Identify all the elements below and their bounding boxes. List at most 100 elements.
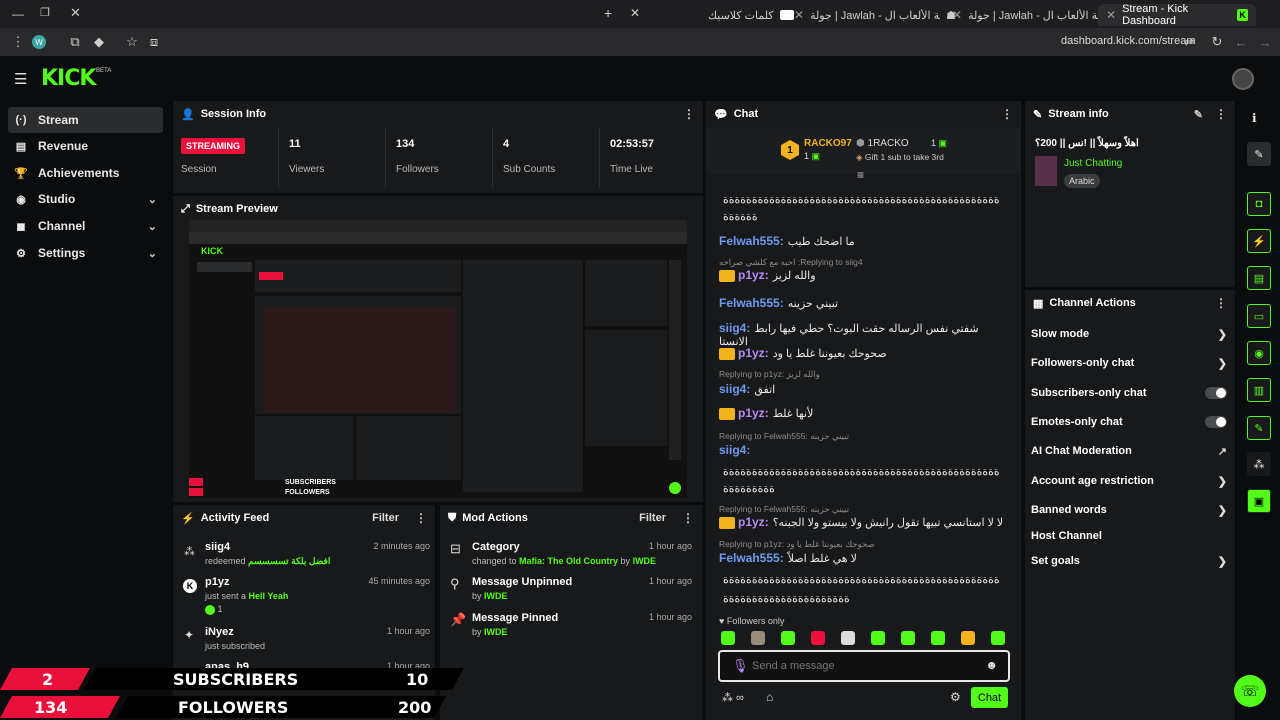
tab-close-icon[interactable]: ✕ bbox=[630, 6, 640, 20]
sidebar-item-stream[interactable]: (·) Stream bbox=[8, 107, 163, 133]
emoji-icon[interactable]: ☻ bbox=[985, 658, 998, 672]
restore-icon[interactable]: ❐ bbox=[40, 6, 50, 19]
more-options-icon[interactable]: ⋮ bbox=[415, 511, 427, 525]
emote-icon[interactable] bbox=[901, 631, 915, 645]
chat-username[interactable]: p1yz bbox=[738, 346, 765, 360]
gifter-name[interactable]: RACKO97 bbox=[804, 138, 852, 149]
emote-icon[interactable] bbox=[871, 631, 885, 645]
back-icon[interactable]: → bbox=[1257, 34, 1273, 50]
wrench-icon[interactable]: ✎ bbox=[1247, 416, 1271, 440]
hamburger-menu-icon[interactable]: ☰ bbox=[14, 70, 27, 88]
filter-button[interactable]: Filter bbox=[372, 512, 399, 524]
send-chat-button[interactable]: Chat bbox=[971, 687, 1008, 708]
action-banned-words[interactable]: Banned words ❯ bbox=[1031, 504, 1227, 517]
chat-username[interactable]: p1yz bbox=[738, 406, 765, 420]
tab-jawlah-2[interactable]: ✕ جولة | Jawlah - منصة الألعاب ال... ☗ bbox=[944, 4, 1122, 26]
category-thumbnail[interactable] bbox=[1035, 156, 1057, 186]
extensions-icon[interactable]: ⧉ bbox=[67, 34, 83, 50]
support-chat-icon[interactable]: ☏ bbox=[1234, 675, 1266, 707]
sidebar-item-revenue[interactable]: ▤ Revenue bbox=[8, 133, 163, 159]
stream-category[interactable]: Just Chatting bbox=[1064, 158, 1122, 169]
mod-action-highlight[interactable]: Mafia: The Old Country bbox=[519, 556, 618, 566]
mod-action-user[interactable]: IWDE bbox=[633, 556, 657, 566]
chat-username[interactable]: Felwah555 bbox=[719, 234, 780, 248]
close-window-icon[interactable]: ✕ bbox=[70, 5, 81, 21]
chat-username[interactable]: Felwah555 bbox=[719, 551, 780, 565]
kicks-icon[interactable]: ⁂ ∞ bbox=[722, 691, 744, 704]
emote-icon[interactable] bbox=[781, 631, 795, 645]
stream-preview-video[interactable]: KICK SUBSCRIBERS FOLLOWERS bbox=[189, 220, 687, 498]
layout-icon[interactable]: ▥ bbox=[1247, 378, 1271, 402]
emote-icon[interactable] bbox=[721, 631, 735, 645]
profile-icon[interactable]: W bbox=[31, 34, 47, 50]
more-options-icon[interactable]: ⋮ bbox=[1215, 296, 1227, 310]
info-icon[interactable]: ℹ bbox=[1252, 111, 1257, 125]
chat-username[interactable]: p1yz bbox=[738, 268, 765, 282]
screen-capture-icon[interactable]: ◘ bbox=[1247, 192, 1271, 216]
broadcast-icon[interactable]: ◉ bbox=[1247, 341, 1271, 365]
chat-username[interactable]: p1yz bbox=[738, 515, 765, 529]
gifter-name[interactable]: 1RACKO bbox=[868, 138, 909, 149]
emote-icon[interactable] bbox=[811, 631, 825, 645]
action-host-channel[interactable]: Host Channel bbox=[1031, 530, 1227, 542]
activity-text: just subscribed bbox=[205, 641, 266, 651]
tab-close-icon[interactable]: ✕ bbox=[952, 8, 962, 22]
more-options-icon[interactable]: ⋮ bbox=[682, 511, 694, 525]
action-followers-only[interactable]: Followers-only chat ❯ bbox=[1031, 357, 1227, 370]
menu-dots-icon[interactable]: ⋮ bbox=[10, 34, 26, 50]
chat-bubble-icon[interactable]: ▭ bbox=[1247, 304, 1271, 328]
sidebar-item-studio[interactable]: ◉ Studio ⌄ bbox=[8, 186, 163, 212]
site-settings-icon[interactable]: ⇌ bbox=[1181, 34, 1197, 50]
action-set-goals[interactable]: Set goals ❯ bbox=[1031, 555, 1227, 568]
sidebar-item-settings[interactable]: ⚙ Settings ⌄ bbox=[8, 240, 163, 266]
tab-kick-dashboard[interactable]: ✕ Stream - Kick Dashboard K bbox=[1098, 3, 1256, 27]
emote-icon[interactable] bbox=[751, 631, 765, 645]
more-options-icon[interactable]: ⋮ bbox=[683, 107, 695, 121]
emotes-only-toggle[interactable] bbox=[1205, 416, 1227, 428]
store-icon[interactable]: ⌂ bbox=[766, 690, 773, 704]
minimize-icon[interactable]: — bbox=[12, 7, 24, 21]
collapse-icon[interactable]: ≡ bbox=[857, 168, 864, 182]
app-icon[interactable]: ▣ bbox=[1247, 489, 1271, 513]
edit-pencil-icon[interactable]: ✎ bbox=[1247, 142, 1271, 166]
filter-button[interactable]: Filter bbox=[639, 512, 666, 524]
tab-close-icon[interactable]: ✕ bbox=[1106, 8, 1116, 22]
extension-diamond-icon[interactable]: ◆ bbox=[91, 34, 107, 50]
emote-icon[interactable] bbox=[841, 631, 855, 645]
sidebar-item-channel[interactable]: ◼ Channel ⌄ bbox=[8, 213, 163, 239]
chat-username[interactable]: siig4 bbox=[719, 382, 746, 396]
action-slow-mode[interactable]: Slow mode ❯ bbox=[1031, 328, 1227, 341]
forward-icon[interactable]: ← bbox=[1233, 34, 1249, 50]
tab-jawlah-1[interactable]: ✕ جولة | Jawlah - منصة الألعاب ال... ☗ bbox=[786, 4, 964, 26]
emote-icon[interactable] bbox=[961, 631, 975, 645]
subscribers-only-toggle[interactable] bbox=[1205, 387, 1227, 399]
chat-username[interactable]: siig4 bbox=[719, 321, 746, 335]
more-options-icon[interactable]: ⋮ bbox=[1215, 107, 1227, 121]
chat-input[interactable] bbox=[752, 658, 972, 674]
screenshot-icon[interactable]: ⧈ bbox=[146, 34, 162, 50]
kicks-icon[interactable]: ⁂ bbox=[1247, 452, 1271, 476]
url-text[interactable]: dashboard.kick.com/stream bbox=[1061, 35, 1196, 47]
tab-close-icon[interactable]: ✕ bbox=[794, 8, 804, 22]
mod-action-user[interactable]: IWDE bbox=[484, 591, 508, 601]
emote-icon[interactable] bbox=[931, 631, 945, 645]
action-ai-moderation[interactable]: AI Chat Moderation ↗ bbox=[1031, 445, 1227, 458]
lightning-icon[interactable]: ⚡ bbox=[1247, 229, 1271, 253]
sidebar-item-achievements[interactable]: 🏆 Achievements bbox=[8, 160, 163, 186]
mod-action-user[interactable]: IWDE bbox=[484, 627, 508, 637]
new-tab-icon[interactable]: + bbox=[604, 5, 612, 21]
chat-username[interactable]: Felwah555 bbox=[719, 296, 780, 310]
chat-settings-icon[interactable]: ⚙ bbox=[950, 690, 961, 704]
reload-icon[interactable]: ↻ bbox=[1209, 34, 1225, 50]
action-account-age[interactable]: Account age restriction ❯ bbox=[1031, 475, 1227, 488]
microphone-icon[interactable]: 🎙 bbox=[732, 658, 749, 674]
edit-pencil-icon[interactable]: ✎ bbox=[1194, 108, 1203, 121]
bookmark-star-icon[interactable]: ☆ bbox=[124, 34, 140, 50]
emote-icon[interactable] bbox=[991, 631, 1005, 645]
more-options-icon[interactable]: ⋮ bbox=[1001, 107, 1013, 121]
user-avatar[interactable] bbox=[1232, 68, 1254, 90]
chat-username[interactable]: siig4 bbox=[719, 443, 746, 457]
kick-logo[interactable]: KICK bbox=[41, 66, 96, 91]
note-icon[interactable]: ▤ bbox=[1247, 266, 1271, 290]
chat-input-box[interactable]: 🎙 ☻ bbox=[718, 650, 1010, 682]
